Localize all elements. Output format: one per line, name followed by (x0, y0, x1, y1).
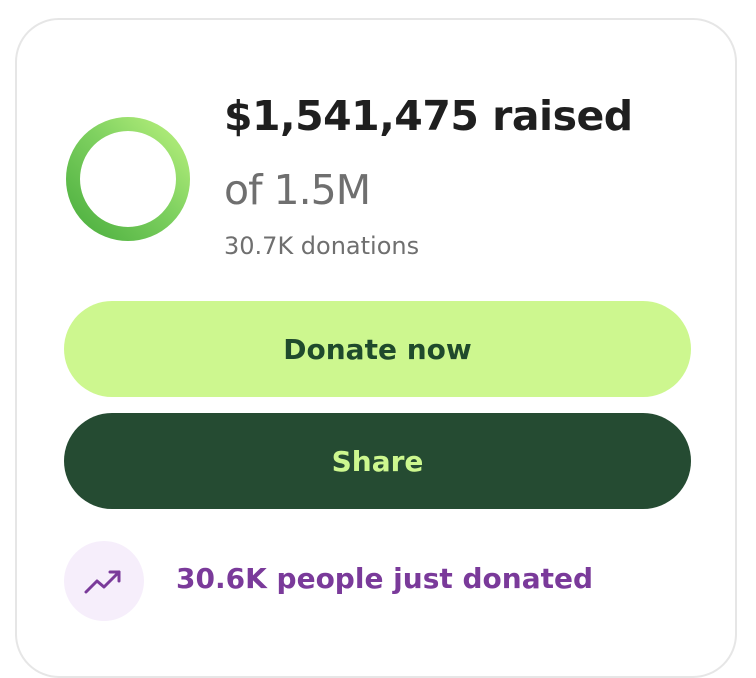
donation-count: 30.7K donations (224, 232, 420, 260)
donate-now-label: Donate now (283, 332, 472, 366)
recent-donors-text: 30.6K people just donated (176, 562, 594, 595)
trending-up-icon (84, 570, 121, 594)
share-button[interactable]: Share (64, 413, 691, 509)
activity-badge (64, 541, 144, 621)
progress-ring (66, 117, 190, 241)
donate-now-button[interactable]: Donate now (64, 301, 691, 397)
amount-raised: $1,541,475 raised (224, 92, 633, 140)
progress-ring-fill (66, 117, 190, 241)
goal-amount: of 1.5M (224, 166, 371, 214)
share-label: Share (331, 444, 424, 478)
